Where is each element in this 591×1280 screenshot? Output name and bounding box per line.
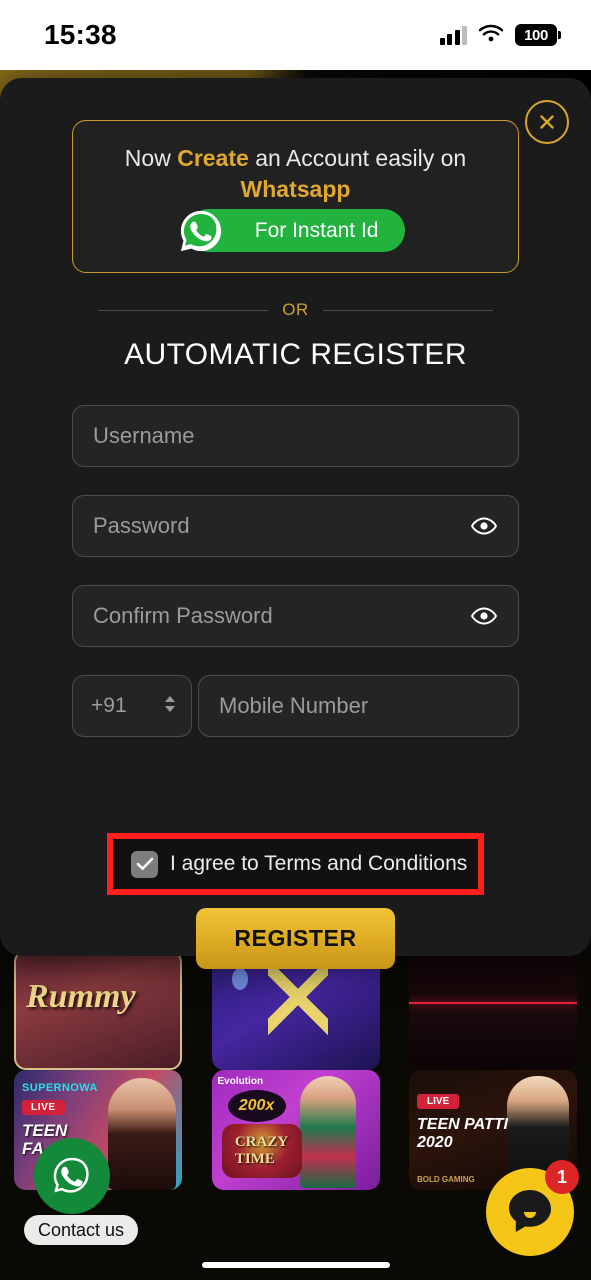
confirm-password-placeholder: Confirm Password — [93, 603, 273, 628]
divider-line-right — [322, 309, 493, 311]
status-icons: 100 — [439, 23, 561, 48]
chat-badge: 1 — [545, 1160, 579, 1194]
status-time: 15:38 — [44, 19, 117, 50]
eye-icon[interactable] — [470, 512, 498, 540]
promo-line1-post: an Account easily on — [248, 145, 467, 171]
register-button[interactable]: REGISTER — [196, 908, 395, 969]
divider-line-left — [98, 309, 269, 311]
contact-us-label[interactable]: Contact us — [24, 1215, 139, 1245]
whatsapp-contact-fab[interactable] — [34, 1138, 110, 1214]
promo-line1-accent: Create — [177, 145, 249, 171]
game-card-rummy[interactable]: Rummy — [14, 950, 182, 1070]
whatsapp-promo-box: Now Create an Account easily on Whatsapp… — [72, 120, 519, 273]
confirm-password-field[interactable]: Confirm Password — [72, 585, 519, 647]
game-card-dark[interactable] — [409, 950, 577, 1070]
home-indicator — [201, 1262, 390, 1268]
page-title: AUTOMATIC REGISTER — [124, 338, 467, 371]
phone-screen: Rummy SUPERNOWA LIVE TEEN FA Evolution 20… — [0, 0, 591, 1280]
cellular-signal-icon — [439, 25, 467, 45]
dealer-photo — [108, 1078, 176, 1190]
game-card-title: TEEN PATTI 2020 — [417, 1116, 508, 1151]
game-card-title: CRAZY TIME — [221, 1124, 302, 1178]
username-field[interactable]: Username — [72, 405, 519, 467]
whatsapp-icon — [53, 1157, 89, 1193]
mobile-number-field[interactable]: Mobile Number — [198, 675, 519, 737]
or-divider: OR — [98, 300, 493, 320]
password-field[interactable]: Password — [72, 495, 519, 557]
whatsapp-instant-id-button[interactable]: For Instant Id — [180, 209, 405, 252]
eye-icon[interactable] — [470, 602, 498, 630]
whatsapp-icon — [178, 208, 224, 254]
promo-text: Now Create an Account easily on Whatsapp — [73, 143, 518, 205]
mobile-number-placeholder: Mobile Number — [219, 693, 369, 718]
promo-line2-accent: Whatsapp — [240, 176, 351, 203]
chevron-up-down-icon — [163, 694, 177, 719]
promo-line1-pre: Now — [124, 145, 178, 171]
game-card-crazy-time[interactable]: Evolution 200x CRAZY TIME — [211, 1070, 380, 1190]
game-provider-label: Evolution — [217, 1076, 264, 1087]
close-icon-glyph — [540, 115, 554, 129]
game-provider-label: SUPERNOWA — [22, 1082, 98, 1094]
multiplier-badge: 200x — [227, 1090, 286, 1122]
live-badge: LIVE — [22, 1100, 65, 1115]
terms-label[interactable]: I agree to Terms and Conditions — [170, 852, 467, 876]
username-placeholder: Username — [93, 423, 195, 448]
terms-checkbox[interactable] — [131, 850, 158, 878]
wifi-icon — [478, 23, 504, 48]
divider-label: OR — [282, 300, 309, 319]
close-icon[interactable] — [525, 100, 569, 144]
country-code-select[interactable]: +91 — [72, 675, 192, 737]
terms-highlight-box: I agree to Terms and Conditions — [107, 833, 484, 895]
whatsapp-button-label: For Instant Id — [254, 218, 379, 242]
dealer-photo — [299, 1076, 356, 1188]
battery-level: 100 — [524, 26, 548, 44]
live-badge: LIVE — [417, 1094, 460, 1109]
country-code-value: +91 — [91, 694, 127, 717]
battery-icon: 100 — [515, 24, 561, 46]
password-placeholder: Password — [93, 513, 190, 538]
checkmark-icon — [136, 857, 153, 870]
register-modal: Now Create an Account easily on Whatsapp… — [0, 78, 591, 969]
chat-bubble-icon — [509, 1190, 551, 1232]
game-card-title: Rummy — [26, 978, 136, 1015]
game-provider-label: BOLD GAMING — [417, 1175, 475, 1184]
status-bar: 15:38 100 — [0, 0, 591, 70]
